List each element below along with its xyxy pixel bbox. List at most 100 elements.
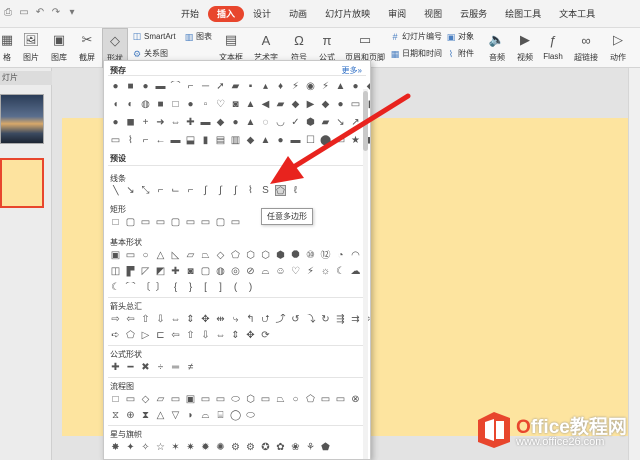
shape-item[interactable]: 〔 [140, 282, 151, 293]
shape-item[interactable]: ◐ [125, 99, 136, 110]
shape-item[interactable]: ▰ [275, 99, 286, 110]
undo-icon[interactable]: ↶ [34, 7, 46, 19]
shape-item[interactable]: ⮍ [260, 314, 271, 325]
dropdown-scroll-thumb[interactable] [363, 91, 368, 151]
shape-item[interactable]: ◠ [350, 250, 361, 261]
shape-item[interactable]: ✓ [290, 117, 301, 128]
curve-shape[interactable]: S [260, 185, 271, 196]
shape-item[interactable]: ▲ [260, 135, 271, 146]
shape-item[interactable]: ⊗ [350, 394, 361, 405]
attachment-button[interactable]: ⌇ 附件 [446, 48, 474, 59]
shape-item[interactable]: ✥ [245, 330, 256, 341]
shape-item[interactable]: ◆ [245, 135, 256, 146]
shape-item[interactable]: ⊕ [125, 410, 136, 421]
shape-item[interactable]: ▤ [215, 135, 226, 146]
shape-item[interactable]: ✺ [215, 442, 226, 453]
shape-item[interactable]: ▭ [350, 99, 361, 110]
divide-shape[interactable]: ÷ [155, 362, 166, 373]
shape-item[interactable]: ⑫ [320, 250, 331, 261]
tab-insert[interactable]: 插入 [208, 6, 245, 22]
shape-item[interactable]: ☾ [335, 266, 346, 277]
elbow-arrow-shape[interactable]: ⌙ [170, 185, 181, 196]
shape-item[interactable]: ▭ [335, 135, 346, 146]
shape-item[interactable]: ◆ [215, 117, 226, 128]
shape-item[interactable]: ⚘ [305, 442, 316, 453]
shape-item[interactable]: ─ [200, 81, 211, 92]
tab-home[interactable]: 开始 [172, 6, 208, 22]
shape-item[interactable]: ♡ [215, 99, 226, 110]
shape-item[interactable]: ▣ [185, 394, 196, 405]
shape-item[interactable]: ◗ [185, 410, 196, 421]
vertical-scrollbar[interactable] [628, 68, 640, 460]
shape-item[interactable]: ⬠ [230, 250, 241, 261]
hyperlink-button[interactable]: ∞ 超链接 [570, 28, 602, 68]
shape-item[interactable]: ⇨ [110, 314, 121, 325]
shape-item[interactable]: ✧ [140, 442, 151, 453]
shape-item[interactable]: ▭ [140, 217, 151, 228]
shape-item[interactable]: ★ [350, 135, 361, 146]
shape-item[interactable]: ▛ [125, 266, 136, 277]
shape-item[interactable]: 〕 [155, 282, 166, 293]
shape-item[interactable]: ⌓ [260, 266, 271, 277]
shape-item[interactable]: ⤵ [305, 314, 316, 325]
shape-item[interactable]: ▬ [170, 135, 181, 146]
shape-item[interactable]: ⇉ [350, 314, 361, 325]
shape-item[interactable]: ⤴ [275, 314, 286, 325]
shape-item[interactable]: ▭ [230, 217, 241, 228]
shape-item[interactable]: ✶ [170, 442, 181, 453]
shape-item[interactable]: ◆ [290, 99, 301, 110]
shape-item[interactable]: ▭ [185, 217, 196, 228]
video-button[interactable]: ▶ 视频 [512, 28, 538, 68]
shape-item[interactable]: ▭ [215, 394, 226, 405]
shape-item[interactable]: ⚙ [230, 442, 241, 453]
shape-item[interactable]: ⬤ [320, 135, 331, 146]
shape-item[interactable]: ⌐ [140, 135, 151, 146]
shape-item[interactable]: ☁ [350, 266, 361, 277]
shape-item[interactable]: ▢ [200, 266, 211, 277]
flash-button[interactable]: ƒ Flash [540, 28, 566, 68]
plus-shape[interactable]: ✚ [110, 362, 121, 373]
shape-item[interactable]: ☆ [155, 442, 166, 453]
shape-item[interactable]: ➜ [155, 117, 166, 128]
multiply-shape[interactable]: ✖ [140, 362, 151, 373]
freeform-shape[interactable]: ⬠ [275, 185, 286, 196]
shape-item[interactable]: ○ [290, 394, 301, 405]
shape-item[interactable]: ◙ [230, 99, 241, 110]
shape-item[interactable]: ⬠ [305, 394, 316, 405]
shape-item[interactable]: ▲ [245, 99, 256, 110]
not-equal-shape[interactable]: ≠ [185, 362, 196, 373]
shape-item[interactable]: ◸ [140, 266, 151, 277]
shape-item[interactable]: ▲ [335, 81, 346, 92]
shape-item[interactable]: ▭ [155, 217, 166, 228]
shape-item[interactable]: ◖ [110, 99, 121, 110]
shape-item[interactable]: ⧗ [140, 410, 151, 421]
elbow-double-arrow-shape[interactable]: ⌐ [185, 185, 196, 196]
shape-item[interactable]: + [140, 117, 151, 128]
shape-item[interactable]: ▪ [245, 81, 256, 92]
equal-shape[interactable]: ═ [170, 362, 181, 373]
shape-item[interactable]: ◌ [260, 117, 271, 128]
shape-item[interactable]: ⌒ [170, 81, 181, 92]
shape-item[interactable]: } [185, 282, 196, 293]
shape-item[interactable]: ⇶ [335, 314, 346, 325]
shape-item[interactable]: ▰ [230, 81, 241, 92]
line-shape[interactable]: ╲ [110, 185, 121, 196]
shape-item[interactable]: ☺ [275, 266, 286, 277]
shape-item[interactable]: ☼ [320, 266, 331, 277]
tab-cloud[interactable]: 云服务 [451, 6, 496, 22]
shape-item[interactable]: ⟳ [260, 330, 271, 341]
shape-item[interactable]: ● [335, 99, 346, 110]
shape-item[interactable]: ▭ [200, 394, 211, 405]
screenshot-button[interactable]: ✂ 截屏 [74, 28, 100, 68]
shape-item[interactable]: ⌐ [185, 81, 196, 92]
shape-item[interactable]: ✷ [185, 442, 196, 453]
double-arrow-line-shape[interactable]: ⤡ [140, 185, 151, 196]
shape-item[interactable]: ⇩ [155, 314, 166, 325]
shape-item[interactable]: ☐ [305, 135, 316, 146]
shape-item[interactable]: ◩ [155, 266, 166, 277]
shape-item[interactable]: □ [110, 217, 121, 228]
shape-item[interactable]: ⇦ [125, 314, 136, 325]
shape-item[interactable]: ◔ [335, 250, 346, 261]
shape-item[interactable]: ↺ [290, 314, 301, 325]
shape-item[interactable]: ⬡ [245, 250, 256, 261]
